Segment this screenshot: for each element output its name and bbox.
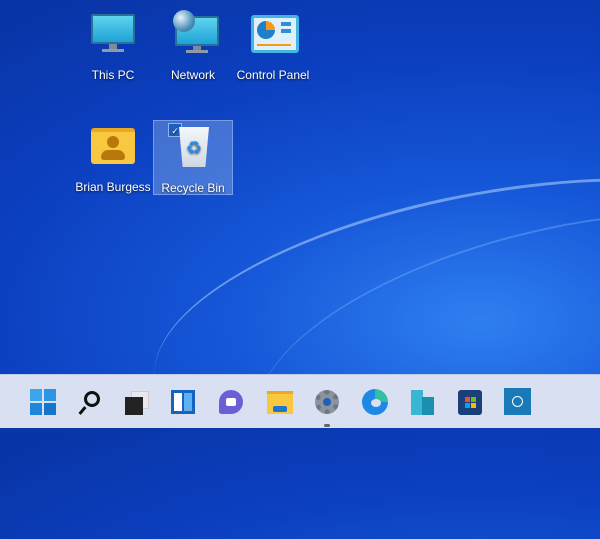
- store-icon: [458, 390, 482, 415]
- desktop-icon-recycle-bin[interactable]: ✓ ♻ Recycle Bin: [153, 120, 233, 195]
- desktop-icon-brian-burgess[interactable]: Brian Burgess: [73, 124, 153, 194]
- chat-button[interactable]: [217, 388, 245, 416]
- desktop-icon-label: Recycle Bin: [161, 181, 225, 195]
- desktop-icon-this-pc[interactable]: This PC: [73, 12, 153, 82]
- gear-icon: [315, 390, 339, 414]
- azure-data-studio-button[interactable]: [408, 388, 436, 416]
- taskbar: [0, 374, 600, 428]
- microsoft-store-button[interactable]: [456, 388, 484, 416]
- desktop-icon-label: This PC: [91, 68, 135, 82]
- desktop-icon-label: Brian Burgess: [75, 180, 151, 194]
- windows-start-icon: [30, 389, 56, 415]
- teams-chat-icon: [219, 390, 243, 414]
- user-folder-icon: [89, 124, 137, 168]
- search-button[interactable]: [77, 388, 105, 416]
- widgets-button[interactable]: [169, 388, 197, 416]
- settings-button[interactable]: [313, 388, 341, 427]
- widgets-icon: [171, 390, 195, 414]
- dell-icon: [504, 388, 531, 415]
- network-globe-icon: [169, 10, 219, 56]
- desktop-icon-label: Network: [170, 68, 215, 82]
- desktop-icon-control-panel[interactable]: Control Panel: [233, 12, 313, 82]
- desktop-icon-label: Control Panel: [236, 68, 310, 82]
- running-indicator: [324, 424, 330, 427]
- edge-icon: [362, 389, 388, 415]
- desktop-icon-network[interactable]: Network: [153, 10, 233, 82]
- edge-button[interactable]: [361, 388, 389, 416]
- dell-button[interactable]: [504, 388, 532, 416]
- recycle-bin-icon: ♻: [169, 125, 217, 169]
- task-view-button[interactable]: [122, 388, 150, 416]
- start-button[interactable]: [29, 388, 57, 416]
- monitor-icon: [89, 12, 137, 56]
- file-explorer-button[interactable]: [266, 388, 294, 416]
- control-panel-icon: [249, 12, 299, 56]
